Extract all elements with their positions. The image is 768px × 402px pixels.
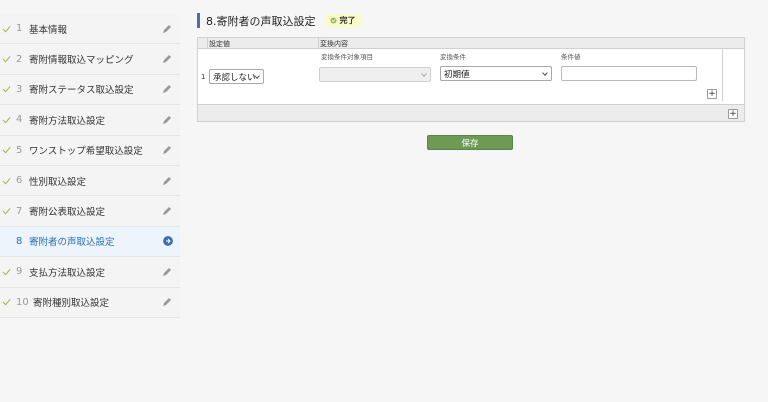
condition-value-input[interactable] (561, 66, 697, 81)
conversion-conditions: 変換条件対象項目 変換条件 条件値 初期値 + (319, 49, 723, 101)
sidebar-step-3[interactable]: 3 寄附ステータス取込設定 (0, 74, 180, 106)
save-button-label: 保存 (461, 138, 479, 149)
chevron-down-icon (421, 71, 427, 77)
table-header: 設定値 変換内容 (198, 38, 744, 49)
check-icon (2, 268, 11, 276)
step-label: 寄附ステータス取込設定 (29, 85, 134, 97)
step-label: 寄附公表取込設定 (29, 207, 106, 219)
check-icon (2, 56, 11, 63)
plus-icon: + (708, 89, 716, 99)
pencil-icon[interactable] (161, 144, 173, 156)
condition-selected: 初期値 (444, 69, 470, 80)
step-label: 寄附方法取込設定 (29, 115, 106, 127)
setting-value-selected: 承認しない (213, 72, 256, 83)
check-icon (2, 147, 11, 154)
checkmark-circle-icon (329, 17, 337, 24)
step-label: 寄附情報取込マッピング (29, 55, 134, 67)
pencil-icon[interactable] (161, 114, 173, 126)
check-icon (2, 116, 11, 124)
step-label: ワンストップ希望取込設定 (29, 146, 143, 158)
step-label: 寄附者の声取込設定 (29, 237, 115, 249)
page-title: 8.寄附者の声取込設定 (206, 14, 316, 28)
step-label: 基本情報 (29, 24, 68, 36)
arrow-right-circle-icon (163, 236, 173, 247)
check-icon (2, 299, 11, 306)
step-number: 6 (16, 175, 23, 187)
subheader-condition-value: 条件値 (561, 53, 581, 61)
plus-icon: + (729, 109, 737, 119)
header-setting-value: 設定値 (209, 40, 230, 48)
step-number: 7 (16, 205, 23, 217)
status-badge: 完了 (325, 14, 362, 27)
pencil-icon[interactable] (161, 53, 173, 65)
sidebar-step-4[interactable]: 4 寄附方法取込設定 (0, 105, 180, 136)
save-button[interactable]: 保存 (427, 135, 513, 150)
row-number: 1 (201, 73, 206, 81)
table-row: 1 承認しない 変換条件対象項目 変換条件 条件値 初期値 + (198, 49, 744, 105)
pencil-icon[interactable] (161, 23, 173, 35)
sidebar-step-7[interactable]: 7 寄附公表取込設定 (0, 196, 180, 227)
sidebar-step-9[interactable]: 9 支払方法取込設定 (0, 257, 180, 288)
pencil-icon[interactable] (161, 175, 173, 187)
sidebar-step-5[interactable]: 5 ワンストップ希望取込設定 (0, 135, 180, 166)
step-number: 2 (16, 53, 23, 65)
step-number: 9 (16, 266, 23, 278)
sidebar-step-8[interactable]: 8 寄附者の声取込設定 (0, 226, 180, 258)
step-number: 10 (16, 296, 29, 308)
sidebar-step-1[interactable]: 1 基本情報 (0, 14, 180, 45)
chevron-down-icon (542, 70, 548, 76)
check-icon (2, 177, 11, 185)
step-number: 1 (16, 23, 23, 35)
subheader-target-item: 変換条件対象項目 (321, 53, 373, 61)
step-label: 性別取込設定 (29, 176, 87, 188)
sidebar-step-6[interactable]: 6 性別取込設定 (0, 165, 180, 197)
check-icon (2, 86, 11, 93)
section-header: 8.寄附者の声取込設定 完了 (197, 13, 362, 28)
target-item-select[interactable] (319, 67, 431, 82)
pencil-icon[interactable] (161, 296, 173, 308)
step-label: 寄附種別取込設定 (33, 298, 110, 310)
step-number: 4 (16, 114, 23, 126)
sidebar-step-2[interactable]: 2 寄附情報取込マッピング (0, 44, 180, 75)
sidebar-step-10[interactable]: 10 寄附種別取込設定 (0, 287, 180, 318)
subheader-condition: 変換条件 (440, 53, 466, 61)
step-number: 5 (16, 144, 23, 156)
conversion-table: 設定値 変換内容 1 承認しない 変換条件対象項目 変換条件 条件値 初期値 + (197, 37, 745, 122)
pencil-icon[interactable] (161, 266, 173, 278)
sidebar: 1 基本情報 2 寄附情報取込マッピング 3 寄附ステータス取込設定 4 寄附方… (0, 14, 180, 318)
pencil-icon[interactable] (161, 205, 173, 217)
condition-select[interactable]: 初期値 (440, 66, 552, 81)
add-condition-button[interactable]: + (707, 89, 717, 99)
setting-value-select[interactable]: 承認しない (209, 69, 264, 84)
step-number: 3 (16, 83, 23, 95)
header-conversion: 変換内容 (320, 40, 348, 48)
check-icon (2, 207, 11, 215)
status-badge-text: 完了 (339, 16, 356, 25)
check-icon (2, 25, 11, 33)
step-label: 支払方法取込設定 (29, 267, 106, 279)
pencil-icon[interactable] (161, 83, 173, 95)
step-number: 8 (16, 235, 23, 247)
add-row-button[interactable]: + (728, 109, 738, 119)
